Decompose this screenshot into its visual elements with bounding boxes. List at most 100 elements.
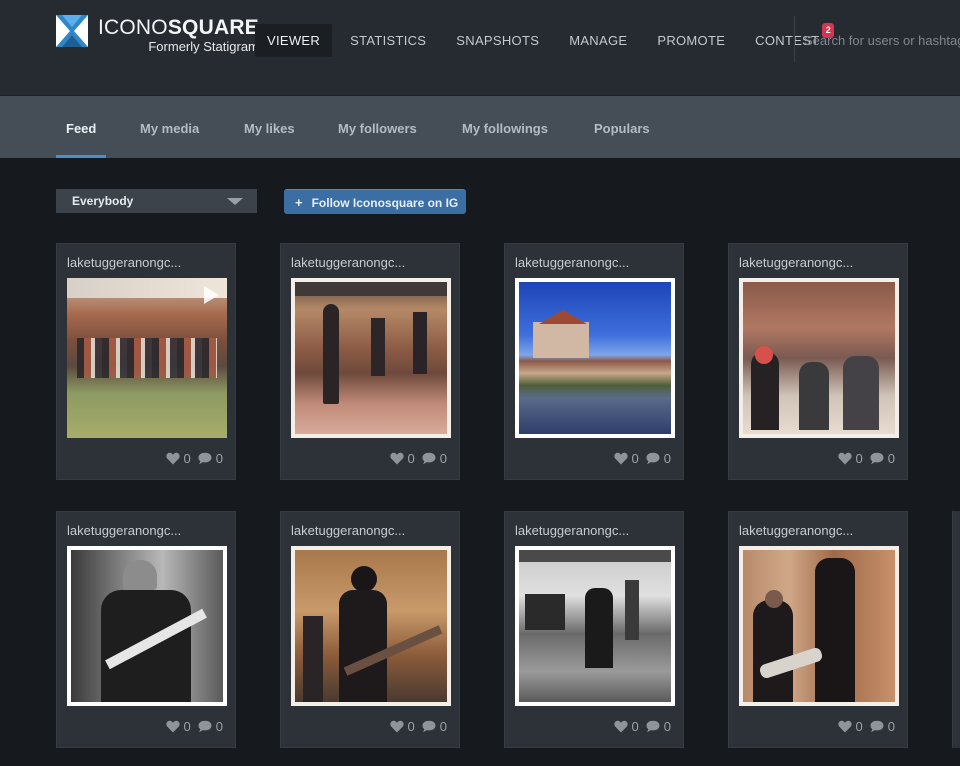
- top-bar: ICONOSQUARE Formerly Statigram VIEWER ST…: [0, 0, 960, 96]
- like-count: 0: [631, 451, 639, 466]
- brand-subtitle: Formerly Statigram: [148, 39, 259, 54]
- card-stats: 0 0: [831, 719, 895, 734]
- nav-promote[interactable]: PROMOTE: [645, 24, 737, 57]
- nav-divider: [794, 16, 795, 62]
- card-username[interactable]: laketuggeranongc...: [291, 523, 405, 538]
- comment-stat[interactable]: 0: [198, 451, 223, 466]
- comment-count: 0: [215, 719, 223, 734]
- nav-viewer[interactable]: VIEWER: [255, 24, 333, 57]
- nav-snapshots[interactable]: SNAPSHOTS: [444, 24, 551, 57]
- sub-nav: Feed My media My likes My followers My f…: [0, 96, 960, 158]
- comment-icon: [198, 452, 212, 465]
- card-stats: 0 0: [831, 451, 895, 466]
- like-stat[interactable]: 0: [614, 451, 639, 466]
- like-count: 0: [183, 451, 191, 466]
- nav-manage[interactable]: MANAGE: [557, 24, 639, 57]
- like-stat[interactable]: 0: [166, 719, 191, 734]
- partial-media-card: [952, 511, 960, 748]
- comment-stat[interactable]: 0: [422, 451, 447, 466]
- media-photo[interactable]: [515, 546, 675, 706]
- audience-select[interactable]: Everybody: [56, 189, 257, 213]
- photo-band-outdoor-video: [67, 278, 227, 438]
- heart-icon: [390, 720, 404, 733]
- tab-my-followers[interactable]: My followers: [338, 96, 417, 158]
- comment-stat[interactable]: 0: [422, 719, 447, 734]
- card-stats: 0 0: [607, 719, 671, 734]
- photo-band-crowd: [743, 282, 895, 434]
- heart-icon: [166, 720, 180, 733]
- follow-button-label: Follow Iconosquare on IG: [311, 196, 459, 210]
- iconosquare-logo-icon: [56, 15, 88, 47]
- media-photo[interactable]: [67, 546, 227, 706]
- like-count: 0: [407, 451, 415, 466]
- tab-feed[interactable]: Feed: [55, 96, 107, 158]
- tab-my-likes[interactable]: My likes: [244, 96, 295, 158]
- comment-stat[interactable]: 0: [646, 451, 671, 466]
- comment-count: 0: [887, 451, 895, 466]
- photo-guitarist-bw: [519, 550, 671, 702]
- like-stat[interactable]: 0: [166, 451, 191, 466]
- comment-count: 0: [215, 451, 223, 466]
- follow-iconosquare-button[interactable]: + Follow Iconosquare on IG: [284, 189, 466, 214]
- card-stats: 0 0: [607, 451, 671, 466]
- comment-stat[interactable]: 0: [870, 451, 895, 466]
- comment-icon: [422, 452, 436, 465]
- media-photo[interactable]: [67, 278, 227, 438]
- media-photo[interactable]: [515, 278, 675, 438]
- media-photo[interactable]: [291, 278, 451, 438]
- audience-select-value: Everybody: [72, 194, 134, 208]
- brand-name: ICONOSQUARE: [98, 16, 259, 39]
- like-stat[interactable]: 0: [390, 451, 415, 466]
- photo-lake-building: [519, 282, 671, 434]
- heart-icon: [390, 452, 404, 465]
- media-card: laketuggeranongc... 0 0: [280, 243, 460, 480]
- photo-band-stage: [295, 282, 447, 434]
- card-username[interactable]: laketuggeranongc...: [291, 255, 405, 270]
- media-card: laketuggeranongc... 0 0: [56, 243, 236, 480]
- media-card: laketuggeranongc... 0 0: [728, 511, 908, 748]
- card-username[interactable]: laketuggeranongc...: [515, 255, 629, 270]
- tab-my-media[interactable]: My media: [140, 96, 199, 158]
- photo-band-two-guitarists: [743, 550, 895, 702]
- like-stat[interactable]: 0: [838, 451, 863, 466]
- comment-stat[interactable]: 0: [870, 719, 895, 734]
- media-card: laketuggeranongc... 0 0: [728, 243, 908, 480]
- card-username[interactable]: laketuggeranongc...: [515, 523, 629, 538]
- logo[interactable]: ICONOSQUARE Formerly Statigram: [56, 15, 259, 54]
- media-card: laketuggeranongc... 0 0: [504, 511, 684, 748]
- comment-icon: [422, 720, 436, 733]
- media-card: laketuggeranongc... 0 0: [280, 511, 460, 748]
- media-photo[interactable]: [739, 278, 899, 438]
- media-photo[interactable]: [291, 546, 451, 706]
- heart-icon: [614, 720, 628, 733]
- comment-count: 0: [663, 719, 671, 734]
- comment-count: 0: [439, 451, 447, 466]
- comment-stat[interactable]: 0: [198, 719, 223, 734]
- tab-my-followings[interactable]: My followings: [462, 96, 548, 158]
- media-photo[interactable]: [739, 546, 899, 706]
- card-username[interactable]: laketuggeranongc...: [739, 255, 853, 270]
- card-stats: 0 0: [159, 719, 223, 734]
- plus-icon: +: [295, 195, 303, 210]
- main-nav: VIEWER STATISTICS SNAPSHOTS MANAGE PROMO…: [255, 23, 837, 57]
- card-username[interactable]: laketuggeranongc...: [67, 255, 181, 270]
- comment-icon: [646, 452, 660, 465]
- card-username[interactable]: laketuggeranongc...: [739, 523, 853, 538]
- card-stats: 0 0: [159, 451, 223, 466]
- like-stat[interactable]: 0: [614, 719, 639, 734]
- card-username[interactable]: laketuggeranongc...: [67, 523, 181, 538]
- like-stat[interactable]: 0: [390, 719, 415, 734]
- card-stats: 0 0: [383, 719, 447, 734]
- tab-populars[interactable]: Populars: [594, 96, 650, 158]
- like-count: 0: [855, 719, 863, 734]
- comment-count: 0: [439, 719, 447, 734]
- nav-statistics[interactable]: STATISTICS: [338, 24, 438, 57]
- heart-icon: [838, 452, 852, 465]
- search-input[interactable]: [804, 30, 960, 50]
- photo-guitarist-brick: [295, 550, 447, 702]
- media-card: laketuggeranongc... 0 0: [56, 511, 236, 748]
- comment-stat[interactable]: 0: [646, 719, 671, 734]
- comment-icon: [870, 452, 884, 465]
- like-stat[interactable]: 0: [838, 719, 863, 734]
- comment-icon: [198, 720, 212, 733]
